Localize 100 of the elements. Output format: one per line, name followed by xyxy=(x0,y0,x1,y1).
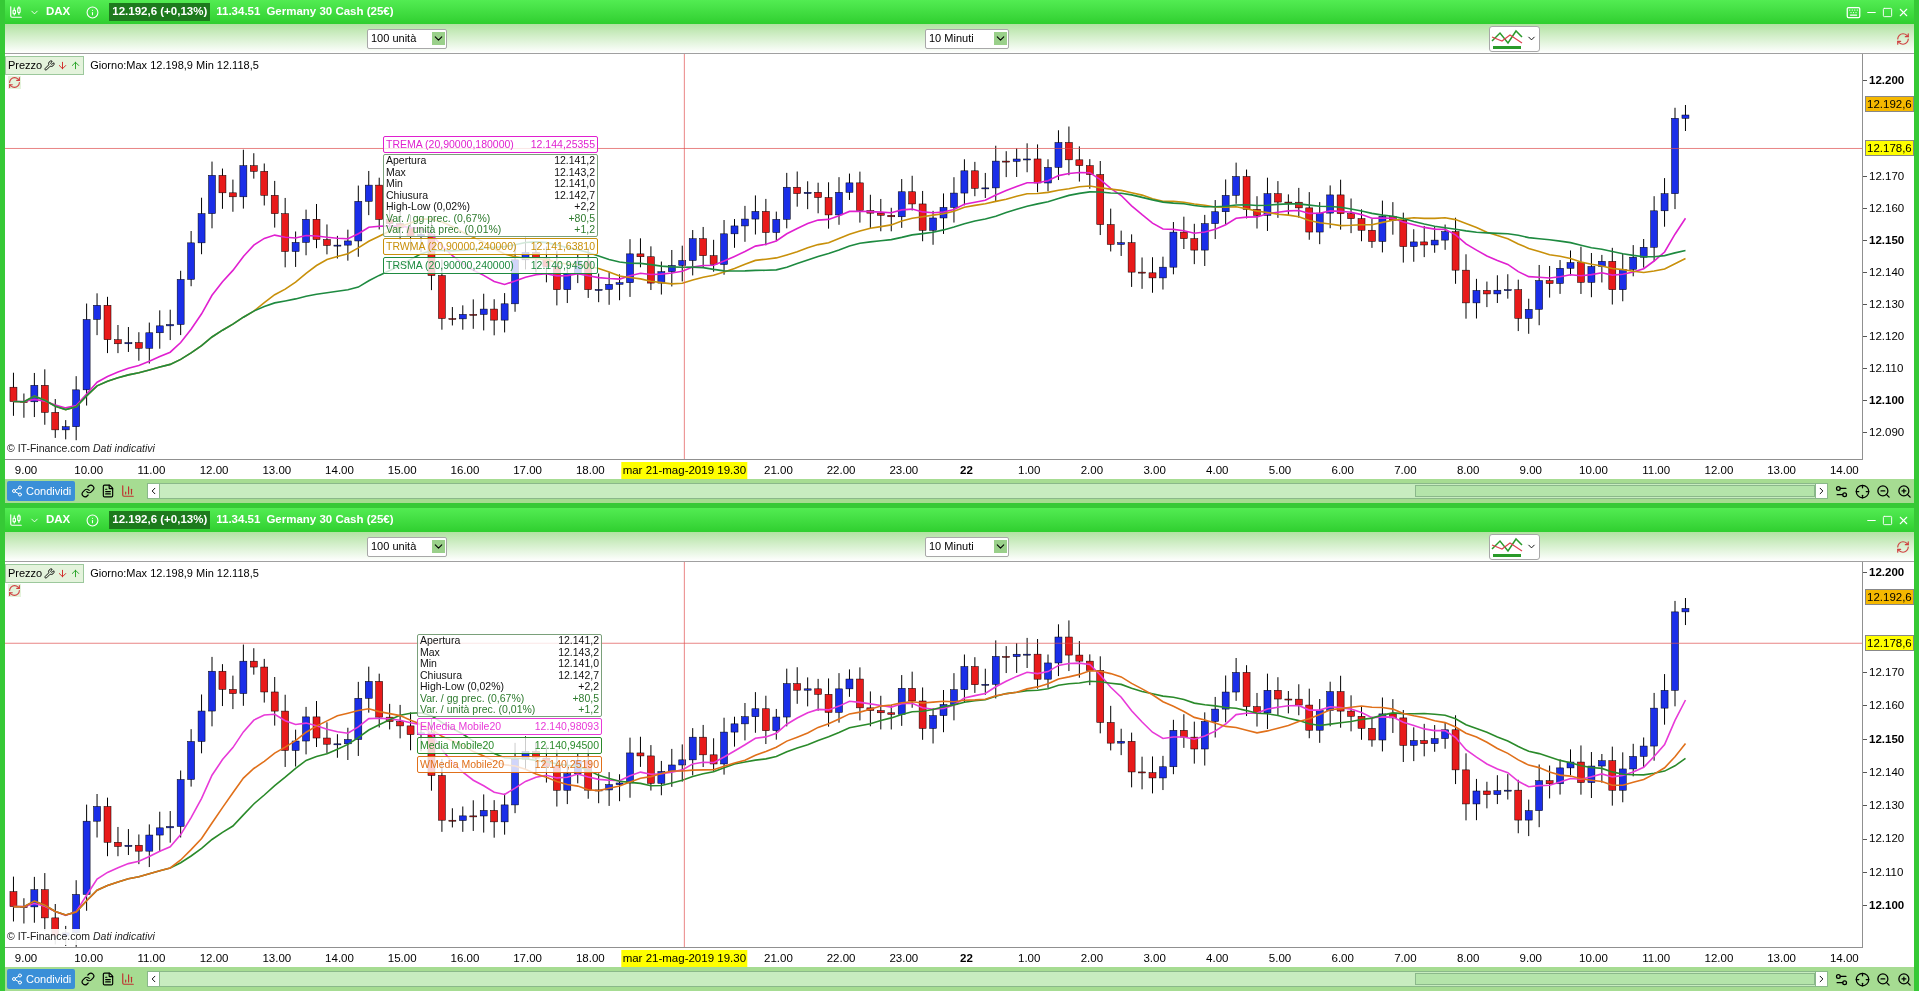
time-axis-label: 5.00 xyxy=(1268,951,1292,966)
time-axis-label: 16.00 xyxy=(450,463,480,478)
wrench-icon[interactable] xyxy=(44,567,56,579)
wrench-icon[interactable] xyxy=(44,59,56,71)
document-icon[interactable] xyxy=(101,484,116,498)
time-axis-label: 14.00 xyxy=(325,951,354,966)
share-icon xyxy=(11,973,23,985)
price-axis-label: 12.150 xyxy=(1869,233,1905,248)
horizontal-scrollbar[interactable] xyxy=(147,483,1828,499)
price-axis-label: 12.160 xyxy=(1869,201,1905,216)
time-axis-label: 17.00 xyxy=(513,951,542,966)
time-axis-label: 21.00 xyxy=(764,463,793,478)
instrument-name: Germany 30 Cash (25€) xyxy=(266,512,394,528)
tooltip-label: Min xyxy=(420,658,437,670)
sync-icon[interactable] xyxy=(8,76,21,89)
link-icon[interactable] xyxy=(81,484,96,498)
scrollbar-thumb[interactable] xyxy=(1415,973,1815,985)
document-icon[interactable] xyxy=(101,972,116,986)
time-axis-label: 9.00 xyxy=(14,951,38,966)
units-dropdown[interactable]: 100 unità xyxy=(367,536,447,557)
price-axis-label: 12.130 xyxy=(1869,297,1905,312)
arrow-down-icon[interactable] xyxy=(57,567,69,579)
caret-icon xyxy=(994,32,1007,45)
time-axis-label: 9.00 xyxy=(1519,463,1542,478)
bars-icon[interactable] xyxy=(121,484,136,498)
time-axis-label: 15.00 xyxy=(387,951,417,966)
crosshair-icon[interactable] xyxy=(1855,483,1870,499)
time-axis-label: 13.00 xyxy=(262,463,292,478)
scroll-left-icon[interactable] xyxy=(148,484,161,498)
scroll-right-icon[interactable] xyxy=(1815,484,1827,498)
interval-dropdown[interactable]: 10 Minuti xyxy=(925,536,1009,557)
indicators-button[interactable] xyxy=(1489,25,1540,52)
chart-settings-icon[interactable] xyxy=(1834,483,1849,499)
price-axis-label: 12.100 xyxy=(1869,898,1905,913)
time-axis-label: 23.00 xyxy=(889,463,919,478)
zoom-in-icon[interactable] xyxy=(1897,483,1912,499)
arrow-up-icon[interactable] xyxy=(70,567,82,579)
sync-icon[interactable] xyxy=(8,584,21,597)
tooltip-label: Apertura xyxy=(420,635,461,647)
time-axis-label: 15.00 xyxy=(387,463,417,478)
scroll-right-icon[interactable] xyxy=(1815,972,1827,986)
time-axis-label: 11.00 xyxy=(137,463,166,478)
chart-settings-icon[interactable] xyxy=(1834,971,1849,987)
time-axis-label: 4.00 xyxy=(1206,463,1229,478)
price-tag: 12.178,6 xyxy=(1865,635,1914,652)
time-axis-label: 3.00 xyxy=(1143,951,1166,966)
tooltip-value: 12.142,7 xyxy=(558,669,599,681)
time-axis-label: 13.00 xyxy=(1767,951,1796,966)
caret-icon xyxy=(432,32,445,45)
time-axis-label: 3.00 xyxy=(1143,463,1166,478)
price-series-tag[interactable]: Prezzo xyxy=(5,56,85,75)
price-tag: 12.192,6 xyxy=(1865,95,1914,112)
time-axis-label: 22.00 xyxy=(826,463,856,478)
arrow-down-icon[interactable] xyxy=(57,59,69,71)
time-axis-label: 2.00 xyxy=(1080,463,1104,478)
price-axis-label: 12.200 xyxy=(1869,73,1905,88)
time-axis-label: 8.00 xyxy=(1456,951,1480,966)
zoom-out-icon[interactable] xyxy=(1876,971,1891,987)
time-axis-label: 14.00 xyxy=(1829,951,1859,966)
price-series-tag[interactable]: Prezzo xyxy=(5,564,85,583)
tooltip-value: +1,2 xyxy=(574,224,595,236)
time-axis-label: 7.00 xyxy=(1394,951,1417,966)
link-icon[interactable] xyxy=(81,972,96,986)
tooltip-label: Max xyxy=(420,646,440,658)
units-dropdown[interactable]: 100 unità xyxy=(367,28,447,49)
refresh-icon[interactable] xyxy=(1896,539,1910,554)
caret-icon xyxy=(432,540,445,553)
zoom-out-icon[interactable] xyxy=(1876,483,1891,499)
price-badge: 12.192,6 (+0,13%) xyxy=(109,3,211,21)
price-axis-label: 12.170 xyxy=(1869,169,1905,184)
price-axis-label: 12.150 xyxy=(1869,731,1905,747)
interval-dropdown[interactable]: 10 Minuti xyxy=(925,28,1009,49)
horizontal-scrollbar[interactable] xyxy=(147,971,1828,987)
indicators-button[interactable] xyxy=(1489,533,1540,560)
price-tag: 12.192,6 xyxy=(1865,588,1914,605)
instrument-name: Germany 30 Cash (25€) xyxy=(266,4,394,20)
time-axis-label: 2.00 xyxy=(1080,951,1104,966)
tooltip-value: 12.143,2 xyxy=(554,166,595,178)
scrollbar-thumb[interactable] xyxy=(1415,485,1815,497)
time-axis-label: 1.00 xyxy=(1018,951,1041,966)
price-tag: 12.178,6 xyxy=(1865,140,1914,157)
zoom-in-icon[interactable] xyxy=(1897,971,1912,987)
bars-icon[interactable] xyxy=(121,972,136,986)
price-axis-label: 12.130 xyxy=(1869,798,1905,814)
time-axis-label: 9.00 xyxy=(1519,951,1542,966)
time-axis-label: 21.00 xyxy=(764,951,793,966)
time-axis-label: 17.00 xyxy=(513,463,542,478)
tooltip-value: +1,2 xyxy=(578,704,599,716)
time-axis-label: 8.00 xyxy=(1456,463,1480,478)
crosshair-icon[interactable] xyxy=(1855,971,1870,987)
time-axis-label: 11.00 xyxy=(137,951,166,966)
refresh-icon[interactable] xyxy=(1896,31,1910,46)
time-axis-label: 12.00 xyxy=(199,951,229,966)
indicator-label: TRWMA (20,90000,240000) 12.141,63810 xyxy=(383,237,598,255)
price-axis-label: 12.140 xyxy=(1869,265,1905,280)
scroll-left-icon[interactable] xyxy=(148,972,161,986)
indicator-label: TREMA (20,90000,180000) 12.144,25355 xyxy=(383,136,598,153)
tooltip-value: +2,2 xyxy=(574,201,595,213)
price-axis-label: 12.120 xyxy=(1869,831,1905,847)
arrow-up-icon[interactable] xyxy=(70,59,82,71)
